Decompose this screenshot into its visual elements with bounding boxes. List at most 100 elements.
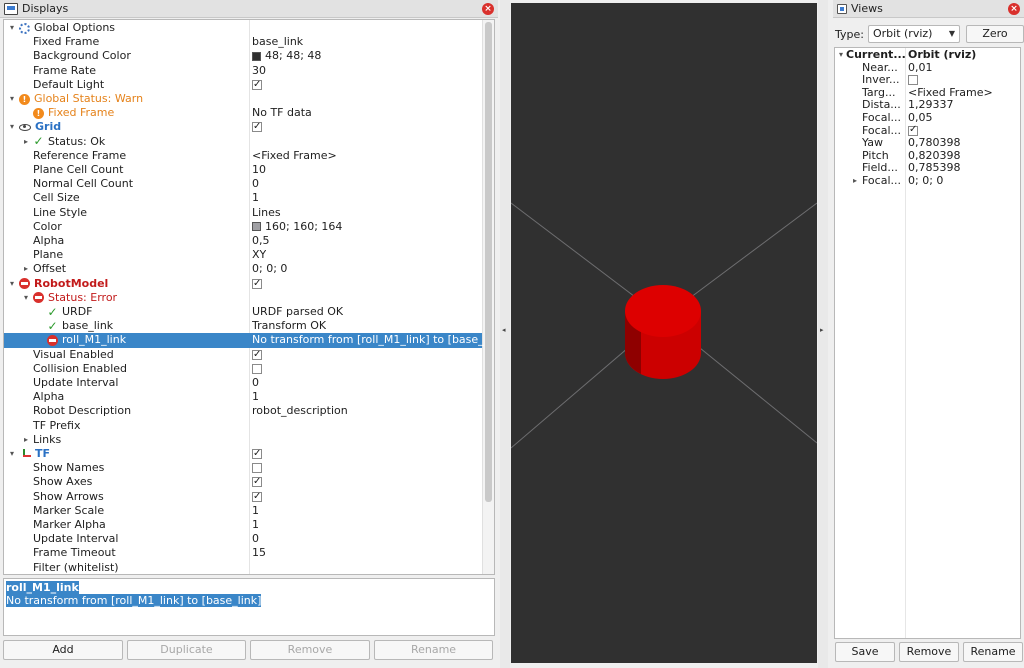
render-view[interactable] <box>511 3 817 663</box>
tree-row-value-cell[interactable]: 15 <box>252 546 266 560</box>
tree-row-label-cell[interactable]: ▸ Links <box>22 433 61 447</box>
tree-row-label-cell[interactable]: Update Interval <box>22 376 118 390</box>
tree-row[interactable]: ▾! Global Status: Warn <box>4 92 482 106</box>
tree-row[interactable]: Alpha 1 <box>4 390 482 404</box>
tree-row-value-cell[interactable]: 1 <box>252 390 259 404</box>
save-button[interactable]: Save <box>835 642 895 662</box>
tree-row-label-cell[interactable]: ▾ Grid <box>8 120 61 134</box>
tree-row[interactable]: Default Light <box>4 78 482 92</box>
collapse-left-icon[interactable]: ◂ <box>502 326 506 334</box>
expand-down-icon[interactable]: ▾ <box>22 291 30 305</box>
view-property-row[interactable]: ▾ Current... Orbit (rviz) <box>835 48 1020 62</box>
tree-row[interactable]: Update Interval 0 <box>4 532 482 546</box>
tree-row-label-cell[interactable]: Show Names <box>22 461 104 475</box>
remove-button[interactable]: Remove <box>250 640 370 660</box>
tree-row-value-cell[interactable]: No TF data <box>252 106 312 120</box>
view-property-row[interactable]: ▸ Focal... 0; 0; 0 <box>835 174 1020 188</box>
expand-down-icon[interactable]: ▾ <box>8 447 16 461</box>
tree-row[interactable]: ▾ Global Options <box>4 21 482 35</box>
tree-row-value-cell[interactable]: 1 <box>252 518 259 532</box>
view-property-value-cell[interactable]: 0; 0; 0 <box>908 174 943 188</box>
tree-row-label-cell[interactable]: Collision Enabled <box>22 362 127 376</box>
view-type-select[interactable]: Orbit (rviz) ▼ <box>867 25 960 43</box>
tree-row[interactable]: Update Interval 0 <box>4 376 482 390</box>
close-icon[interactable]: × <box>1008 3 1020 15</box>
duplicate-button[interactable]: Duplicate <box>127 640 246 660</box>
tree-row-value-cell[interactable]: 1 <box>252 504 259 518</box>
tree-row-value-cell[interactable]: 0,5 <box>252 234 270 248</box>
tree-row-label-cell[interactable]: ✓ base_link <box>36 319 113 333</box>
tree-row[interactable]: ▾ RobotModel <box>4 277 482 291</box>
tree-row-label-cell[interactable]: Frame Timeout <box>22 546 116 560</box>
tree-row-value-cell[interactable]: Lines <box>252 206 281 220</box>
tree-row-label-cell[interactable]: Default Light <box>22 78 104 92</box>
tree-row[interactable]: Collision Enabled <box>4 362 482 376</box>
tree-row-label-cell[interactable]: Normal Cell Count <box>22 177 133 191</box>
displays-title-bar[interactable]: Displays × <box>0 0 498 18</box>
tree-row-label-cell[interactable]: Alpha <box>22 390 64 404</box>
tree-row[interactable]: Alpha 0,5 <box>4 234 482 248</box>
tree-row-label-cell[interactable]: Visual Enabled <box>22 348 114 362</box>
views-remove-button[interactable]: Remove <box>899 642 959 662</box>
tree-row-value-cell[interactable]: No transform from [roll_M1_link] to [bas… <box>252 333 484 347</box>
view-property-label-cell[interactable]: ▾ Current... <box>839 49 905 62</box>
tree-row[interactable]: Frame Rate 30 <box>4 64 482 78</box>
tree-row-value-cell[interactable]: XY <box>252 248 266 262</box>
tree-row-label-cell[interactable]: Cell Size <box>22 191 80 205</box>
tree-row[interactable]: ▾ Grid <box>4 120 482 134</box>
checkbox[interactable] <box>908 75 918 86</box>
tree-row-value-cell[interactable]: 48; 48; 48 <box>252 49 321 63</box>
tree-row-value-cell[interactable] <box>252 461 262 475</box>
tree-scrollbar[interactable] <box>482 20 494 574</box>
tree-row-label-cell[interactable]: ▸ ✓ Status: Ok <box>22 135 105 149</box>
tree-row[interactable]: ✓ base_link Transform OK <box>4 319 482 333</box>
tree-row-value-cell[interactable] <box>252 120 262 134</box>
view-property-row[interactable]: Focal... 0,05 <box>835 111 1020 125</box>
tree-row-value-cell[interactable] <box>252 78 262 92</box>
tree-row-label-cell[interactable]: Frame Rate <box>22 64 96 78</box>
tree-row-value-cell[interactable]: <Fixed Frame> <box>252 149 337 163</box>
tree-row-label-cell[interactable]: ✓ URDF <box>36 305 92 319</box>
tree-row[interactable]: Show Axes <box>4 475 482 489</box>
tree-row-value-cell[interactable]: 0 <box>252 532 259 546</box>
tree-row-label-cell[interactable]: ! Fixed Frame <box>22 106 114 120</box>
tree-row-label-cell[interactable]: ▾ RobotModel <box>8 277 108 291</box>
tree-row[interactable]: Reference Frame <Fixed Frame> <box>4 149 482 163</box>
view-property-label-cell[interactable]: Focal... <box>851 112 905 125</box>
tree-row[interactable]: Marker Scale 1 <box>4 504 482 518</box>
tree-row-label-cell[interactable]: Filter (whitelist) <box>22 561 119 574</box>
tree-row-label-cell[interactable]: Alpha <box>22 234 64 248</box>
tree-row[interactable]: Line Style Lines <box>4 206 482 220</box>
tree-row[interactable]: Plane Cell Count 10 <box>4 163 482 177</box>
tree-row-label-cell[interactable]: ▾ TF <box>8 447 50 461</box>
expand-down-icon[interactable]: ▾ <box>8 277 16 291</box>
add-button[interactable]: Add <box>3 640 123 660</box>
tree-row[interactable]: Cell Size 1 <box>4 191 482 205</box>
tree-row[interactable]: Robot Description robot_description <box>4 404 482 418</box>
tree-row[interactable]: ▸ Offset 0; 0; 0 <box>4 262 482 276</box>
tree-row[interactable]: ▾ TF <box>4 447 482 461</box>
checkbox[interactable] <box>252 463 262 474</box>
tree-row-value-cell[interactable]: Transform OK <box>252 319 326 333</box>
tree-row-label-cell[interactable]: roll_M1_link <box>36 333 126 347</box>
tree-row-label-cell[interactable]: Show Axes <box>22 475 92 489</box>
tree-row-label-cell[interactable]: Marker Scale <box>22 504 104 518</box>
expand-right-icon[interactable]: ▸ <box>22 262 30 276</box>
tree-row-label-cell[interactable]: ▾ Status: Error <box>22 291 117 305</box>
tree-row[interactable]: Plane XY <box>4 248 482 262</box>
checkbox[interactable] <box>252 447 262 461</box>
tree-row-value-cell[interactable] <box>252 447 262 461</box>
right-splitter[interactable]: ▸ <box>818 0 828 668</box>
tree-row-label-cell[interactable]: Background Color <box>22 49 131 63</box>
close-icon[interactable]: × <box>482 3 494 15</box>
tree-row-value-cell[interactable]: 0 <box>252 177 259 191</box>
tree-row-value-cell[interactable] <box>252 277 262 291</box>
tree-row-value-cell[interactable]: base_link <box>252 35 303 49</box>
tree-row[interactable]: ✓ URDF URDF parsed OK <box>4 305 482 319</box>
tree-row-label-cell[interactable]: Fixed Frame <box>22 35 99 49</box>
view-property-label-cell[interactable]: Pitch <box>851 150 905 163</box>
expand-down-icon[interactable]: ▾ <box>839 49 843 62</box>
tree-row-value-cell[interactable] <box>252 475 262 489</box>
tree-row[interactable]: Frame Timeout 15 <box>4 546 482 560</box>
tree-row[interactable]: Fixed Frame base_link <box>4 35 482 49</box>
